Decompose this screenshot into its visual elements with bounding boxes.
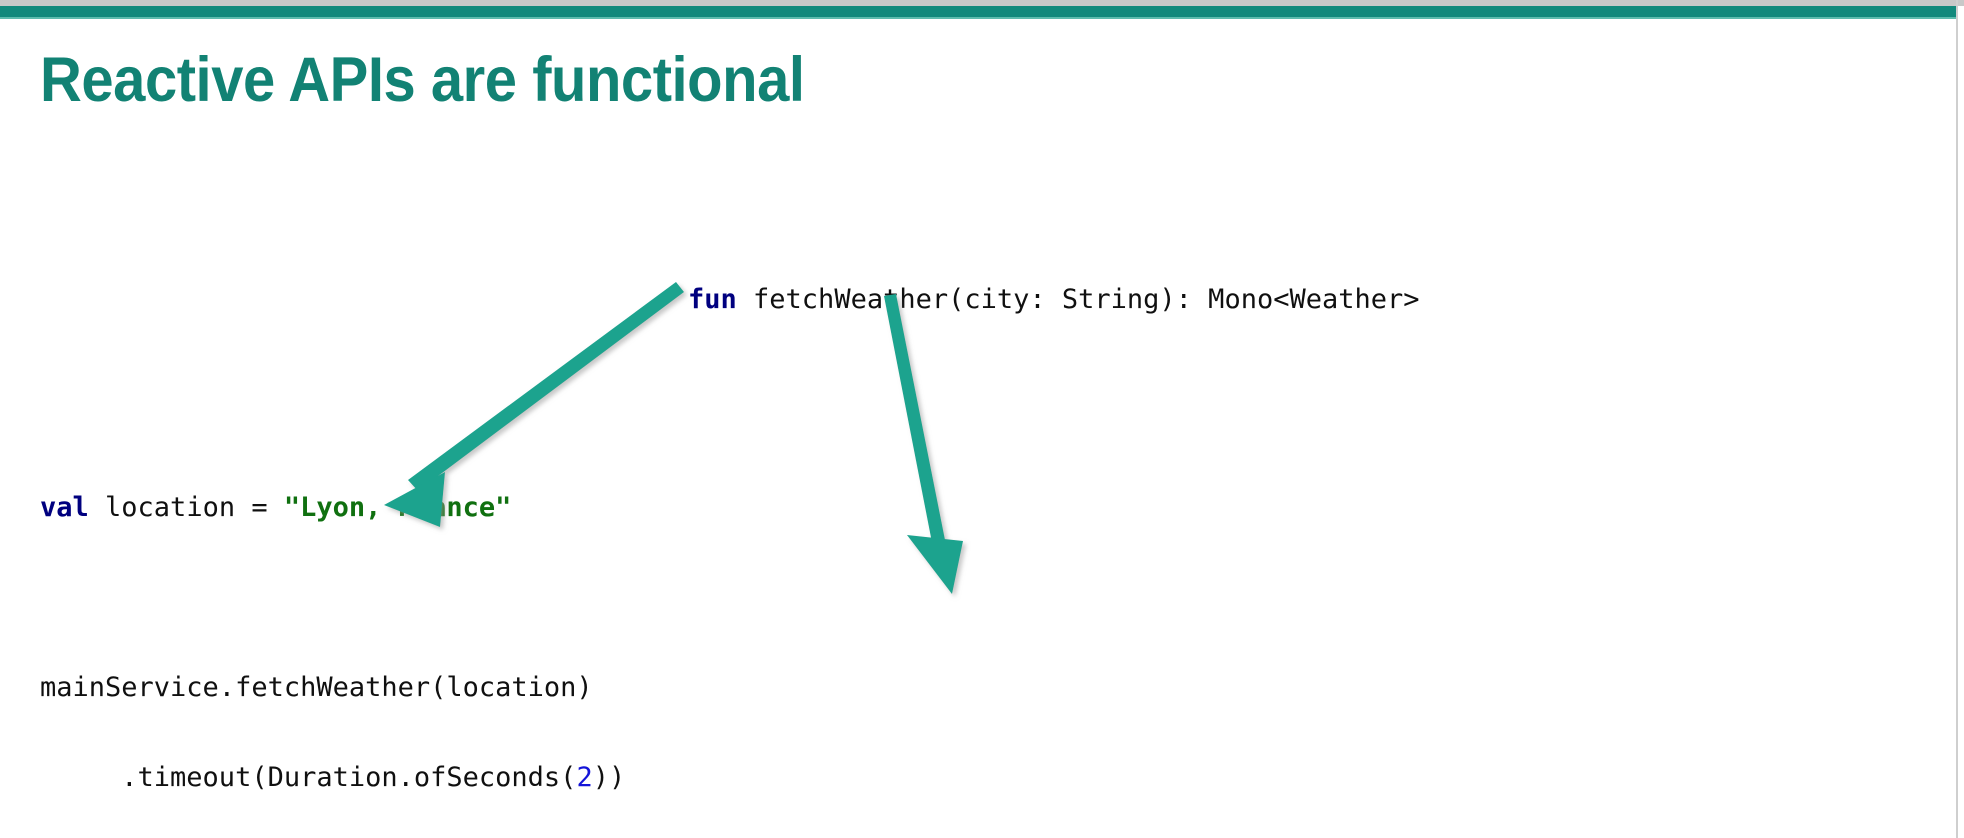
signature-rest: fetchWeather(city: String): Mono<Weather… — [736, 284, 1420, 315]
code-line-mainservice: mainService.fetchWeather(location) — [40, 672, 593, 703]
number-literal-2: 2 — [576, 762, 593, 793]
slide-right-border — [1956, 0, 1958, 838]
string-literal-location: "Lyon, France" — [283, 492, 512, 523]
code-block: fun fetchWeather(city: String): Mono<Wea… — [40, 232, 1420, 838]
slide: Reactive APIs are functional fun fetchWe… — [0, 0, 1964, 838]
timeout-pre: .timeout(Duration.ofSeconds( — [40, 762, 577, 793]
page-title: Reactive APIs are functional — [40, 45, 805, 115]
code-line-val: val location = "Lyon, France" — [40, 485, 1420, 530]
code-line-signature: fun fetchWeather(city: String): Mono<Wea… — [688, 277, 1420, 322]
val-middle: location = — [88, 492, 284, 523]
keyword-fun: fun — [688, 284, 737, 315]
code-line-timeout: .timeout(Duration.ofSeconds(2)) — [40, 755, 1420, 800]
keyword-val: val — [40, 492, 89, 523]
timeout-post: )) — [592, 762, 626, 793]
accent-bar-underline — [0, 17, 1957, 19]
accent-bar — [0, 6, 1957, 17]
